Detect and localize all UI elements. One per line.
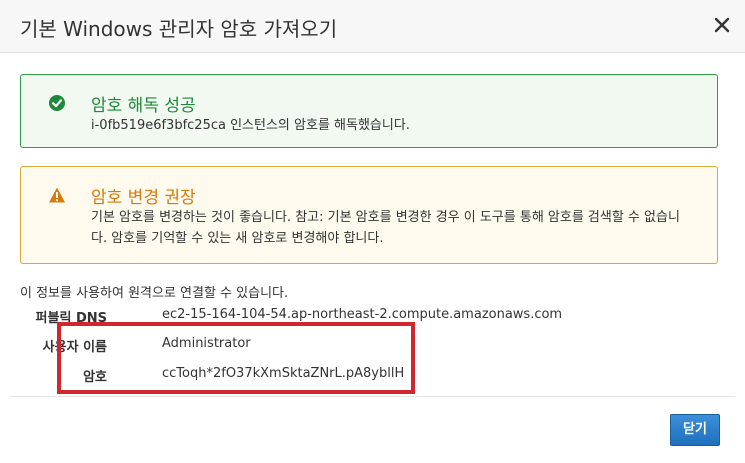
dialog-title: 기본 Windows 관리자 암호 가져오기: [20, 17, 338, 41]
warning-message: 기본 암호를 변경하는 것이 좋습니다. 참고: 기본 암호를 변경한 경우 이…: [91, 210, 680, 246]
public-dns-value[interactable]: ec2-15-164-104-54.ap-northeast-2.compute…: [162, 307, 562, 322]
success-title: 암호 해독 성공: [91, 96, 196, 116]
credentials-highlight: [57, 322, 415, 394]
connection-intro: 이 정보를 사용하여 원격으로 연결할 수 있습니다.: [20, 286, 289, 301]
footer-divider: [10, 396, 735, 397]
warning-triangle-icon: [48, 186, 66, 204]
dialog-header: 기본 Windows 관리자 암호 가져오기: [0, 0, 745, 53]
success-message: i-0fb519e6f3bfc25ca 인스턴스의 암호를 해독했습니다.: [91, 118, 410, 133]
decryption-success-alert: 암호 해독 성공 i-0fb519e6f3bfc25ca 인스턴스의 암호를 해…: [20, 74, 718, 148]
check-circle-icon: [48, 94, 66, 112]
close-icon[interactable]: [709, 12, 735, 38]
close-button[interactable]: 닫기: [670, 414, 720, 446]
warning-title: 암호 변경 권장: [91, 188, 196, 208]
get-windows-password-dialog: 기본 Windows 관리자 암호 가져오기 암호 해독 성공 i-0fb519…: [0, 0, 745, 463]
password-change-warning: 암호 변경 권장 기본 암호를 변경하는 것이 좋습니다. 참고: 기본 암호를…: [20, 166, 718, 264]
